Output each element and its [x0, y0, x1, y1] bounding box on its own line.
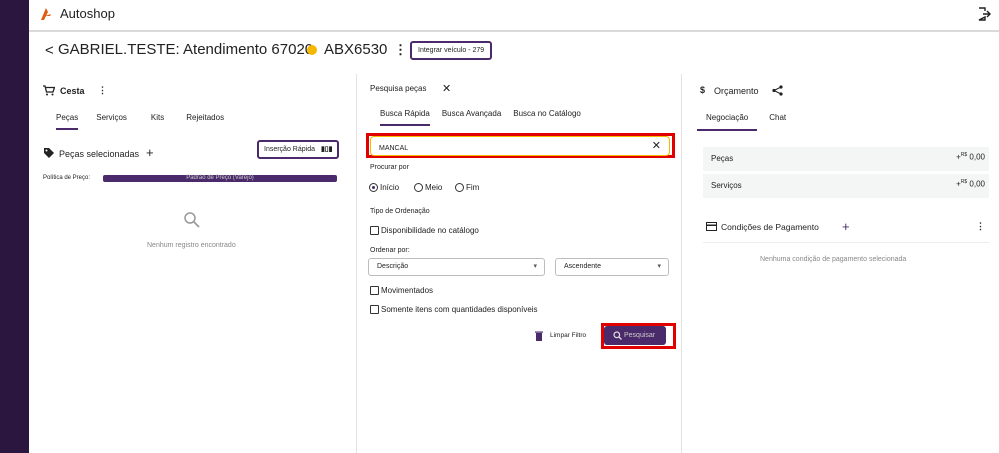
- more-options-icon[interactable]: ⋮: [394, 42, 407, 58]
- dollar-icon: $: [700, 85, 706, 95]
- pesquisar-button[interactable]: Pesquisar: [604, 326, 666, 345]
- top-bar: Autoshop: [29, 0, 999, 32]
- limpar-filtro-button[interactable]: Limpar Filtro: [550, 332, 586, 339]
- close-pesquisa-icon[interactable]: ✕: [442, 82, 451, 95]
- ordenar-select[interactable]: Descrição ▾: [368, 258, 545, 276]
- orcamento-title: Orçamento: [714, 86, 759, 96]
- politica-preco-select[interactable]: Padrão de Preço (Varejo): [103, 175, 337, 182]
- logout-icon[interactable]: [977, 7, 991, 21]
- movimentados-checkbox[interactable]: Movimentados: [370, 286, 434, 296]
- row-servicos-label: Serviços: [711, 181, 742, 190]
- ordem-chevron-icon: ▾: [657, 263, 661, 270]
- insercao-rapida-label: Inserção Rápida: [264, 146, 315, 153]
- tab-busca-avancada[interactable]: Busca Avançada: [442, 109, 501, 126]
- cesta-title: Cesta: [60, 86, 85, 96]
- disponibilidade-box: [370, 226, 379, 236]
- disponibilidade-label: Disponibilidade no catálogo: [381, 226, 479, 235]
- insercao-rapida-button[interactable]: Inserção Rápida ▮▯▮: [257, 140, 339, 159]
- condicoes-title: Condições de Pagamento: [721, 222, 819, 232]
- radio-meio-label: Meio: [425, 183, 443, 192]
- orcamento-panel: $ Orçamento Negociação Chat Peças +R$ 0,…: [683, 74, 999, 453]
- row-servicos-amount: 0,00: [969, 179, 985, 189]
- vehicle-plate: ABX6530: [324, 41, 388, 58]
- politica-label: Política de Preço:: [43, 175, 91, 181]
- search-field: ✕: [370, 136, 670, 157]
- procurar-label: Procurar por: [370, 164, 409, 171]
- ordenar-value: Descrição: [377, 263, 409, 270]
- tab-negociacao[interactable]: Negociação: [697, 113, 758, 131]
- cesta-menu-icon[interactable]: ⋮: [98, 85, 107, 96]
- search-empty-icon: [184, 212, 200, 228]
- tab-kits[interactable]: Kits: [151, 113, 164, 130]
- search-input[interactable]: [379, 140, 649, 157]
- tab-busca-catalogo[interactable]: Busca no Catálogo: [513, 109, 581, 126]
- tab-busca-rapida[interactable]: Busca Rápida: [380, 109, 430, 126]
- tab-rejeitados[interactable]: Rejeitados: [186, 113, 224, 130]
- integrar-veiculo-button[interactable]: Integrar veículo - 279: [410, 41, 493, 60]
- cart-icon: [43, 85, 55, 96]
- page-title: GABRIEL.TESTE: Atendimento 67020: [58, 41, 314, 58]
- condicoes-menu-icon[interactable]: ⋮: [976, 221, 985, 232]
- row-pecas-currency: R$: [960, 152, 968, 158]
- divider: [703, 242, 989, 243]
- trash-icon[interactable]: [535, 331, 543, 341]
- somente-box: [370, 305, 379, 315]
- pesquisa-panel: Pesquisa peças ✕ Busca Rápida Busca Avan…: [358, 74, 682, 453]
- orcamento-row-servicos: Serviços +R$ 0,00: [703, 174, 989, 198]
- tag-icon: [44, 148, 54, 158]
- tab-servicos[interactable]: Serviços: [96, 113, 127, 130]
- radio-meio[interactable]: Meio: [414, 183, 443, 193]
- tab-pecas[interactable]: Peças: [56, 113, 79, 130]
- somente-checkbox[interactable]: Somente itens com quantidades disponívei…: [370, 305, 538, 315]
- row-pecas-value: +R$ 0,00: [956, 152, 985, 162]
- tipo-ordenacao-label: Tipo de Ordenação: [370, 208, 430, 215]
- disponibilidade-checkbox[interactable]: Disponibilidade no catálogo: [370, 226, 479, 236]
- atendimento-header: < GABRIEL.TESTE: Atendimento 67020 ABX65…: [29, 34, 999, 70]
- app-sidebar: [0, 0, 29, 453]
- radio-fim-label: Fim: [466, 183, 480, 192]
- pesquisa-title: Pesquisa peças: [370, 84, 427, 93]
- autoshop-logo-icon: [41, 8, 51, 20]
- ordenar-chevron-icon: ▾: [533, 263, 537, 270]
- add-condicao-icon[interactable]: +: [842, 219, 850, 234]
- back-button[interactable]: <: [45, 42, 54, 59]
- ordem-value: Ascendente: [564, 263, 601, 270]
- radio-meio-indicator: [414, 183, 423, 193]
- cesta-panel: Cesta ⋮ Peças Serviços Kits Rejeitados P…: [29, 74, 357, 453]
- row-servicos-value: +R$ 0,00: [956, 179, 985, 189]
- barcode-icon: ▮▯▮: [320, 146, 333, 153]
- ordem-select[interactable]: Ascendente ▾: [555, 258, 669, 276]
- pecas-selecionadas-title: Peças selecionadas: [59, 149, 140, 159]
- search-icon: [613, 331, 622, 340]
- movimentados-label: Movimentados: [381, 286, 434, 295]
- radio-inicio-label: Início: [380, 183, 400, 192]
- radio-fim[interactable]: Fim: [455, 183, 480, 193]
- orcamento-row-pecas: Peças +R$ 0,00: [703, 147, 989, 171]
- app-title: Autoshop: [60, 6, 115, 21]
- somente-label: Somente itens com quantidades disponívei…: [381, 305, 538, 314]
- row-servicos-currency: R$: [960, 179, 968, 185]
- share-icon[interactable]: [772, 85, 783, 96]
- row-pecas-amount: 0,00: [969, 152, 985, 162]
- tab-chat[interactable]: Chat: [769, 113, 786, 131]
- radio-fim-indicator: [455, 183, 464, 193]
- pesquisar-label: Pesquisar: [624, 332, 656, 339]
- condicoes-empty-message: Nenhuma condição de pagamento selecionad…: [760, 256, 907, 263]
- credit-card-icon: [706, 222, 717, 231]
- ordenar-label: Ordenar por:: [370, 247, 410, 254]
- movimentados-box: [370, 286, 379, 296]
- add-peca-icon[interactable]: +: [146, 145, 154, 160]
- row-pecas-label: Peças: [711, 154, 734, 163]
- radio-inicio[interactable]: Início: [369, 183, 400, 193]
- radio-inicio-indicator: [369, 183, 378, 193]
- status-dot: [307, 45, 317, 55]
- empty-message: Nenhum registro encontrado: [147, 242, 236, 249]
- clear-search-icon[interactable]: ✕: [652, 139, 661, 152]
